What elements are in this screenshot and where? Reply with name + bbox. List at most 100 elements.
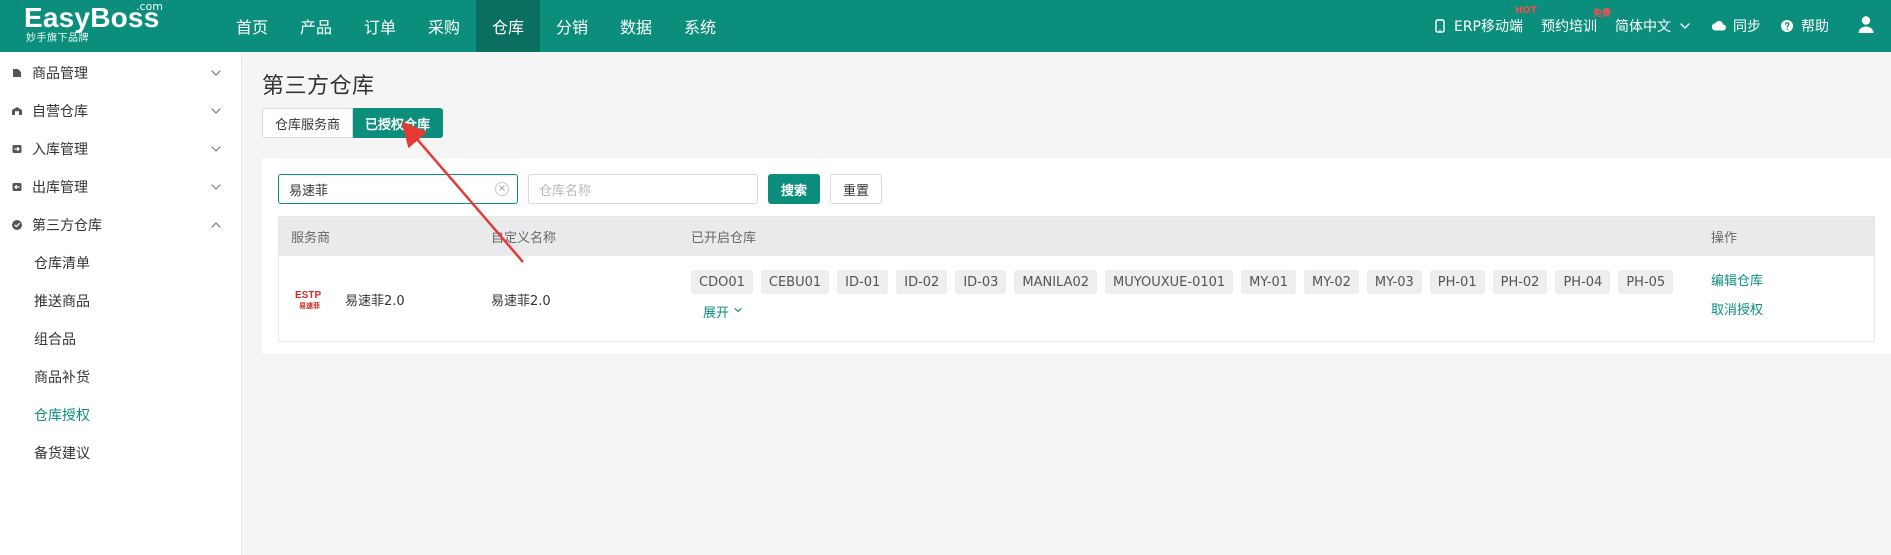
warehouse-chip: MANILA02 [1014, 270, 1098, 294]
nav-distribution[interactable]: 分销 [540, 0, 604, 52]
provider-filter-value: 易速菲 [289, 183, 329, 199]
provider-name: 易速菲2.0 [345, 293, 405, 309]
sidebar-group-left: 入库管理 [10, 139, 88, 159]
chevron-down-icon [209, 104, 223, 118]
expand-toggle[interactable]: 展开 [703, 302, 1699, 321]
sidebar-group-label: 入库管理 [32, 142, 88, 158]
warehouse-chip: MY-01 [1241, 270, 1297, 294]
warehouse-chip: MUYOUXUE-0101 [1105, 270, 1234, 294]
nav-home[interactable]: 首页 [220, 0, 284, 52]
filters-bar: 易速菲 × 仓库名称 搜索 重置 [278, 174, 883, 204]
edit-warehouse-link[interactable]: 编辑仓库 [1711, 270, 1763, 289]
sidebar-subitem-warehouse-list[interactable]: 仓库清单 [0, 244, 241, 282]
authorized-warehouses-table: 服务商 自定义名称 已开启仓库 操作 ESTP 易速菲 易速菲2.0 易速菲2.… [278, 216, 1875, 342]
sidebar-subitem-warehouse-authorization[interactable]: 仓库授权 [0, 396, 241, 434]
warehouse-tabs: 仓库服务商 已授权仓库 [262, 108, 444, 138]
nav-orders[interactable]: 订单 [348, 0, 412, 52]
sidebar-group-left: 第三方仓库 [10, 215, 102, 235]
hot-badge: HOT [1515, 6, 1537, 16]
chevron-down-icon [209, 66, 223, 80]
content-card: 易速菲 × 仓库名称 搜索 重置 服务商 自定义名称 已开启仓库 操作 ESTP… [262, 158, 1891, 354]
inbound-icon [10, 142, 24, 156]
top-navigation-bar: EasyBoss .com 妙手旗下品牌 首页 产品 订单 采购 仓库 分销 数… [0, 0, 1891, 52]
sidebar-group-product-management[interactable]: 商品管理 [0, 54, 241, 92]
warehouse-chip: ID-02 [896, 270, 948, 294]
tab-warehouse-providers[interactable]: 仓库服务商 [262, 108, 354, 138]
chevron-up-icon [209, 218, 223, 232]
product-icon [10, 66, 24, 80]
warehouse-chip: MY-03 [1366, 270, 1422, 294]
nav-system[interactable]: 系统 [668, 0, 732, 52]
cancel-authorization-link[interactable]: 取消授权 [1711, 299, 1763, 318]
nav-warehouse[interactable]: 仓库 [476, 0, 540, 52]
sidebar-group-left: 出库管理 [10, 177, 88, 197]
language-select[interactable]: 简体中文 [1615, 16, 1693, 36]
sync-button[interactable]: 同步 [1711, 16, 1761, 36]
help-button[interactable]: 帮助 [1779, 16, 1829, 36]
nav-product[interactable]: 产品 [284, 0, 348, 52]
erp-mobile-link[interactable]: ERP移动端 HOT [1432, 6, 1537, 36]
warehouse-icon [10, 104, 24, 118]
help-label: 帮助 [1801, 19, 1829, 35]
warehouse-chip: ID-03 [955, 270, 1007, 294]
third-party-warehouse-icon [10, 218, 24, 232]
sidebar-subitem-push-products[interactable]: 推送商品 [0, 282, 241, 320]
th-provider: 服务商 [291, 230, 331, 246]
nav-data[interactable]: 数据 [604, 0, 668, 52]
warehouse-name-input[interactable]: 仓库名称 [528, 174, 758, 204]
warehouse-chip: PH-01 [1429, 270, 1485, 294]
cell-enabled-warehouses: CDO01 CEBU01 ID-01 ID-02 ID-03 MANILA02 … [679, 256, 1699, 342]
logo-com-text: .com [136, 0, 163, 13]
cloud-icon [1711, 18, 1727, 34]
top-right-actions: ERP移动端 HOT 预约培训 免费 简体中文 同步 帮助 [1432, 0, 1891, 52]
main-content: 第三方仓库 仓库服务商 已授权仓库 易速菲 × 仓库名称 搜索 重置 服务商 自… [242, 52, 1891, 555]
mobile-icon [1432, 18, 1448, 34]
warehouse-chip: PH-05 [1618, 270, 1674, 294]
sidebar-group-label: 商品管理 [32, 66, 88, 82]
chevron-down-icon [1677, 18, 1693, 34]
erp-mobile-label: ERP移动端 [1453, 19, 1523, 35]
sidebar-group-inbound[interactable]: 入库管理 [0, 130, 241, 168]
provider-logo-text-bottom: 易速菲 [299, 301, 320, 310]
sidebar-group-outbound[interactable]: 出库管理 [0, 168, 241, 206]
warehouse-chip: CEBU01 [760, 270, 830, 294]
sidebar-group-label: 自营仓库 [32, 104, 88, 120]
chevron-down-icon [209, 180, 223, 194]
left-sidebar: 商品管理 自营仓库 入库管理 出库管理 第三方仓库 仓库清单 推送商品 组合品 … [0, 52, 242, 555]
sidebar-group-label: 出库管理 [32, 180, 88, 196]
sidebar-group-third-party-warehouse[interactable]: 第三方仓库 [0, 206, 241, 244]
provider-logo: ESTP 易速菲 [291, 285, 335, 313]
nav-purchase[interactable]: 采购 [412, 0, 476, 52]
outbound-icon [10, 180, 24, 194]
warehouse-chip: ID-01 [837, 270, 889, 294]
training-link[interactable]: 预约培训 免费 [1541, 9, 1611, 36]
cell-actions: 编辑仓库 取消授权 [1699, 256, 1876, 342]
th-enabled-warehouses: 已开启仓库 [691, 230, 757, 246]
clear-icon[interactable]: × [495, 182, 509, 196]
tab-authorized-warehouses[interactable]: 已授权仓库 [353, 108, 444, 138]
warehouse-chip: MY-02 [1304, 270, 1359, 294]
warehouse-name-placeholder: 仓库名称 [539, 183, 592, 199]
sidebar-subitem-replenishment[interactable]: 商品补货 [0, 358, 241, 396]
sidebar-group-self-warehouse[interactable]: 自营仓库 [0, 92, 241, 130]
search-button[interactable]: 搜索 [768, 174, 821, 204]
reset-button[interactable]: 重置 [830, 174, 883, 204]
user-avatar[interactable] [1853, 13, 1879, 39]
logo-subtitle: 妙手旗下品牌 [26, 33, 89, 44]
warehouse-chips: CDO01 CEBU01 ID-01 ID-02 ID-03 MANILA02 … [691, 270, 1699, 294]
main-nav: 首页 产品 订单 采购 仓库 分销 数据 系统 [220, 0, 732, 52]
th-actions: 操作 [1711, 230, 1738, 246]
sidebar-group-left: 自营仓库 [10, 101, 88, 121]
provider-logo-text-top: ESTP [295, 290, 321, 301]
sidebar-subitem-bundles[interactable]: 组合品 [0, 320, 241, 358]
cell-custom-name: 易速菲2.0 [491, 293, 551, 309]
sidebar-subitem-stock-suggestion[interactable]: 备货建议 [0, 434, 241, 472]
warehouse-chip: PH-04 [1555, 270, 1611, 294]
chevron-down-icon [733, 304, 743, 319]
free-badge: 免费 [1592, 9, 1611, 19]
sync-label: 同步 [1733, 19, 1761, 35]
provider-filter-input[interactable]: 易速菲 × [278, 174, 518, 204]
expand-label: 展开 [703, 306, 730, 321]
brand-logo[interactable]: EasyBoss .com 妙手旗下品牌 [0, 0, 210, 52]
cell-provider: ESTP 易速菲 易速菲2.0 [279, 256, 479, 342]
